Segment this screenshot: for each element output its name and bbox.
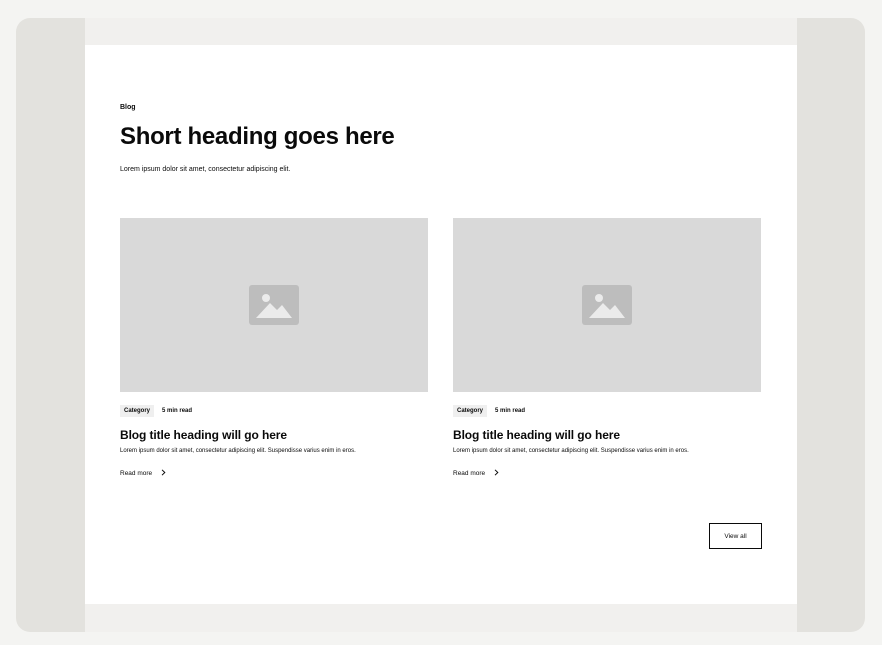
blog-card-title[interactable]: Blog title heading will go here [120, 428, 428, 442]
read-more-label: Read more [120, 470, 153, 477]
image-placeholder-icon [582, 285, 632, 325]
read-more-link[interactable]: Read more [120, 469, 428, 478]
read-more-label: Read more [453, 470, 486, 477]
category-badge[interactable]: Category [453, 405, 488, 417]
blog-card-image[interactable] [453, 218, 761, 392]
category-badge[interactable]: Category [120, 405, 155, 417]
read-time: 5 min read [495, 408, 526, 414]
section-tagline: Blog [120, 104, 136, 111]
read-time: 5 min read [162, 408, 193, 414]
view-all-button[interactable]: View all [709, 523, 762, 549]
blog-card-description: Lorem ipsum dolor sit amet, consectetur … [453, 448, 689, 454]
blog-section: Blog Short heading goes here Lorem ipsum… [85, 45, 797, 604]
chevron-right-icon [494, 469, 499, 478]
preview-frame: Blog Short heading goes here Lorem ipsum… [16, 18, 865, 632]
section-description: Lorem ipsum dolor sit amet, consectetur … [120, 166, 291, 173]
blog-card-image[interactable] [120, 218, 428, 392]
blog-card[interactable]: Category 5 min read Blog title heading w… [453, 218, 761, 478]
image-placeholder-icon [249, 285, 299, 325]
blog-card[interactable]: Category 5 min read Blog title heading w… [120, 218, 428, 478]
blog-card-description: Lorem ipsum dolor sit amet, consectetur … [120, 448, 356, 454]
chevron-right-icon [161, 469, 166, 478]
read-more-link[interactable]: Read more [453, 469, 761, 478]
blog-card-meta: Category 5 min read [453, 405, 761, 417]
blog-card-title[interactable]: Blog title heading will go here [453, 428, 761, 442]
page-canvas: Blog Short heading goes here Lorem ipsum… [85, 18, 797, 632]
section-heading: Short heading goes here [120, 123, 395, 150]
blog-card-meta: Category 5 min read [120, 405, 428, 417]
